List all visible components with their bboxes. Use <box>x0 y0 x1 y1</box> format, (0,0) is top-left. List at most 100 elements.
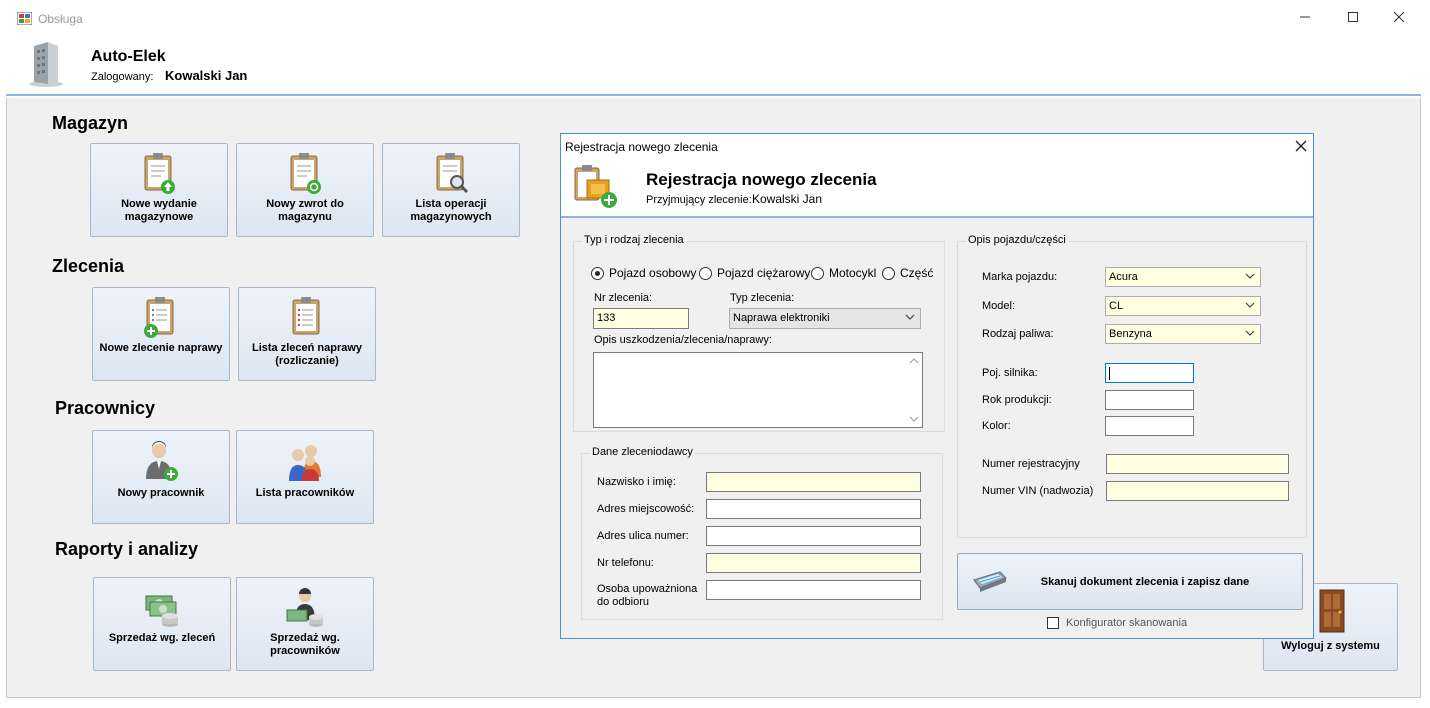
dialog-header-divider <box>561 216 1313 218</box>
registration-number-label: Numer rejestracyjny <box>982 458 1080 470</box>
clipboard-refresh-icon <box>290 153 321 194</box>
tile-new-warehouse-issue[interactable]: Nowe wydanie magazynowe <box>90 143 228 237</box>
vehicle-brand-label: Marka pojazdu: <box>982 271 1058 283</box>
chevron-down-icon <box>905 314 915 320</box>
clipboard-up-icon <box>144 153 175 194</box>
order-number-input[interactable]: 133 <box>593 308 689 329</box>
user-add-icon <box>146 441 178 481</box>
receiver-label: Przyjmujący zlecenie: <box>646 194 752 206</box>
clipboard-search-icon <box>436 153 469 194</box>
order-type-select[interactable]: Naprawa elektroniki <box>729 308 921 329</box>
tile-sales-by-employees[interactable]: Sprzedaż wg. pracowników <box>236 577 374 671</box>
tile-new-warehouse-return[interactable]: Nowy zwrot do magazynu <box>236 143 374 237</box>
production-year-label: Rok produkcji: <box>982 394 1052 406</box>
tile-sales-by-orders[interactable]: Sprzedaż wg. zleceń <box>93 577 231 671</box>
group-vehicle: Opis pojazdu/części Marka pojazdu: Acura… <box>957 234 1307 538</box>
clipboard-checklist-icon <box>292 297 320 335</box>
radio-indicator <box>699 267 712 280</box>
text-caret <box>1109 367 1110 380</box>
window-title: Obsługa <box>38 12 83 26</box>
minimize-icon <box>1300 16 1310 18</box>
group-legend: Typ i rodzaj zlecenia <box>582 234 686 246</box>
color-input[interactable] <box>1105 416 1194 436</box>
engine-capacity-input[interactable] <box>1105 363 1194 383</box>
authorized-person-input[interactable] <box>706 580 921 600</box>
app-icon <box>17 12 32 25</box>
scan-config-label: Konfigurator skanowania <box>1066 617 1188 629</box>
section-title-pracownicy: Pracownicy <box>55 398 156 418</box>
client-phone-input[interactable] <box>706 553 921 573</box>
group-legend: Dane zleceniodawcy <box>590 446 695 458</box>
scan-and-save-button[interactable]: Skanuj dokument zlecenia i zapisz dane <box>957 553 1303 610</box>
registration-number-input[interactable] <box>1106 454 1289 474</box>
radio-label: Pojazd osobowy <box>609 266 697 280</box>
description-label: Opis uszkodzenia/zlecenia/naprawy: <box>594 334 772 346</box>
tile-label: Lista zleceń naprawy (rozliczanie) <box>251 342 363 367</box>
color-label: Kolor: <box>982 420 1011 432</box>
maximize-button[interactable] <box>1339 8 1367 30</box>
minimize-button[interactable] <box>1291 8 1319 30</box>
radio-label: Część <box>900 266 934 280</box>
client-name-input[interactable] <box>706 472 921 492</box>
tile-label: Nowy pracownik <box>117 487 205 499</box>
authorized-person-label: Osoba upoważniona do odbioru <box>597 583 698 608</box>
tile-warehouse-operations-list[interactable]: Lista operacji magazynowych <box>382 143 520 237</box>
building-icon <box>29 42 63 87</box>
order-number-label: Nr zlecenia: <box>594 292 653 304</box>
chevron-down-icon <box>1245 302 1255 308</box>
production-year-input[interactable] <box>1105 390 1194 410</box>
window-titlebar: Obsługa <box>0 0 1430 38</box>
client-phone-label: Nr telefonu: <box>597 557 654 569</box>
tile-new-repair-order[interactable]: Nowe zlecenie naprawy <box>92 287 230 381</box>
employee-money-icon <box>286 588 323 627</box>
vin-number-label: Numer VIN (nadwozia) <box>982 485 1094 497</box>
tile-label: Nowy zwrot do magazynu <box>266 198 344 223</box>
description-textarea[interactable] <box>593 352 923 428</box>
scroll-down-icon <box>909 416 919 422</box>
tile-repair-orders-list[interactable]: Lista zleceń naprawy (rozliczanie) <box>238 287 376 381</box>
tile-label: Lista pracowników <box>255 487 355 499</box>
radio-indicator <box>591 267 604 280</box>
client-city-input[interactable] <box>706 499 921 519</box>
dialog-header: Rejestracja nowego zlecenia Przyjmujący … <box>561 158 1313 216</box>
client-street-input[interactable] <box>706 526 921 546</box>
receiver-value: Kowalski Jan <box>752 192 823 206</box>
tile-label: Nowe wydanie magazynowe <box>121 198 197 223</box>
vin-number-input[interactable] <box>1106 481 1289 501</box>
order-type-label: Typ zlecenia: <box>730 292 795 304</box>
tile-label: Sprzedaż wg. pracowników <box>270 632 340 657</box>
tile-label: Lista operacji magazynowych <box>410 198 492 223</box>
group-legend: Opis pojazdu/części <box>966 234 1068 246</box>
tile-label: Nowe zlecenie naprawy <box>99 342 223 354</box>
door-icon <box>1319 589 1345 633</box>
description-scrollbar[interactable] <box>906 353 922 427</box>
client-city-label: Adres miejscowość: <box>597 503 695 515</box>
fuel-type-label: Rodzaj paliwa: <box>982 328 1054 340</box>
close-window-button[interactable] <box>1385 8 1413 30</box>
dialog-heading: Rejestracja nowego zlecenia <box>646 170 877 189</box>
close-icon <box>1295 140 1307 152</box>
checkbox-indicator <box>1047 617 1059 629</box>
vehicle-model-select[interactable]: CL <box>1105 296 1261 316</box>
header-divider <box>6 94 1421 96</box>
fuel-type-select[interactable]: Benzyna <box>1105 324 1261 344</box>
chevron-down-icon <box>1245 273 1255 279</box>
radio-label: Pojazd ciężarowy <box>717 266 811 280</box>
vehicle-model-label: Model: <box>982 300 1016 312</box>
vehicle-brand-select[interactable]: Acura <box>1105 267 1261 287</box>
client-street-label: Adres ulica numer: <box>597 530 689 542</box>
vehicle-model-value: CL <box>1109 300 1124 312</box>
close-icon <box>1393 11 1405 23</box>
tile-employees-list[interactable]: Lista pracowników <box>236 430 374 524</box>
maximize-icon <box>1348 12 1358 22</box>
section-title-zlecenia: Zlecenia <box>52 256 125 276</box>
tile-new-employee[interactable]: Nowy pracownik <box>92 430 230 524</box>
dialog-title: Rejestracja nowego zlecenia <box>565 140 718 154</box>
new-order-dialog: Rejestracja nowego zlecenia Rejestracja … <box>560 133 1314 639</box>
radio-indicator <box>882 267 895 280</box>
app-name: Auto-Elek <box>91 48 166 65</box>
engine-capacity-label: Poj. silnika: <box>982 367 1038 379</box>
group-client-data: Dane zleceniodawcy Nazwisko i imię: Adre… <box>581 446 943 620</box>
dialog-close-button[interactable] <box>1295 135 1307 157</box>
scan-button-label: Skanuj dokument zlecenia i zapisz dane <box>1040 576 1250 588</box>
